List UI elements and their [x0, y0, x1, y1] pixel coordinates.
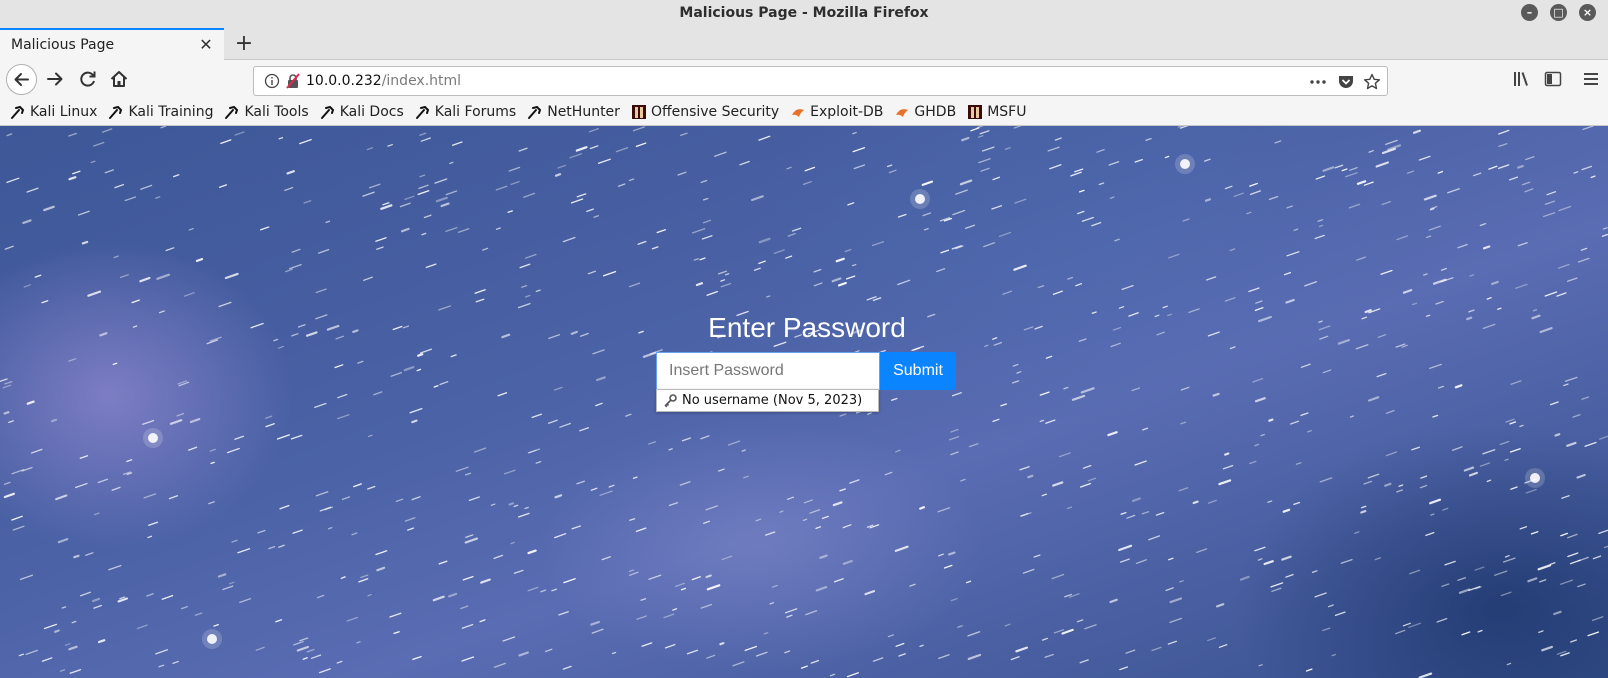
kali-dragon-icon: [108, 104, 124, 120]
hamburger-menu-icon[interactable]: [1582, 70, 1600, 88]
home-icon: [110, 71, 128, 87]
url-text[interactable]: 10.0.0.232/index.html: [306, 73, 461, 89]
exploitdb-icon: [894, 104, 910, 120]
tab-close-icon[interactable]: ✕: [194, 33, 218, 57]
page-content: Enter Password Submit No username (Nov 5…: [0, 126, 1608, 678]
minimize-button[interactable]: –: [1521, 4, 1538, 21]
back-arrow-icon: [14, 73, 29, 86]
bookmark-label: MSFU: [987, 103, 1027, 120]
kali-dragon-icon: [10, 104, 26, 120]
bookmark-label: Kali Tools: [244, 103, 309, 120]
tab-malicious-page[interactable]: Malicious Page ✕: [0, 28, 224, 60]
bookmark-kali-forums[interactable]: Kali Forums: [415, 104, 516, 120]
bookmark-offensive-security[interactable]: Offensive Security: [631, 104, 779, 120]
forward-button[interactable]: [42, 66, 68, 92]
bookmark-nethunter[interactable]: NetHunter: [527, 104, 620, 120]
bookmark-label: Kali Forums: [434, 103, 517, 120]
exploitdb-icon: [790, 104, 806, 120]
bookmark-label: Kali Training: [128, 103, 214, 120]
info-icon[interactable]: [264, 73, 280, 89]
password-row: Submit: [656, 352, 958, 390]
close-window-button[interactable]: ×: [1579, 4, 1596, 21]
bookmark-label: Kali Linux: [30, 103, 98, 120]
navigation-toolbar: 10.0.0.232/index.html: [0, 60, 1608, 98]
password-input[interactable]: [656, 352, 880, 390]
bookmark-kali-training[interactable]: Kali Training: [108, 104, 213, 120]
window-titlebar: Malicious Page - Mozilla Firefox – □ ×: [0, 0, 1608, 25]
offsec-icon: [967, 104, 983, 120]
bookmark-label: GHDB: [914, 103, 957, 120]
page-actions-icon[interactable]: [1309, 73, 1327, 91]
bookmark-label: Exploit-DB: [810, 103, 884, 120]
page-heading: Enter Password: [708, 312, 906, 343]
maximize-button[interactable]: □: [1550, 4, 1567, 21]
window-controls: – □ ×: [1521, 4, 1596, 21]
password-autocomplete-item[interactable]: No username (Nov 5, 2023): [656, 389, 879, 412]
tab-strip: Malicious Page ✕ +: [0, 25, 1608, 60]
offsec-icon: [631, 104, 647, 120]
autocomplete-label: No username (Nov 5, 2023): [682, 393, 863, 408]
library-icon[interactable]: [1512, 70, 1530, 88]
new-tab-button[interactable]: +: [230, 30, 258, 58]
kali-dragon-icon: [224, 104, 240, 120]
url-bar[interactable]: 10.0.0.232/index.html: [253, 66, 1388, 96]
url-host: 10.0.0.232: [306, 73, 382, 89]
bookmark-label: Kali Docs: [339, 103, 404, 120]
kali-dragon-icon: [320, 104, 336, 120]
reload-icon: [80, 71, 96, 87]
bookmark-label: Offensive Security: [650, 103, 780, 120]
home-button[interactable]: [106, 66, 132, 92]
bookmark-star-icon[interactable]: [1363, 73, 1381, 91]
kali-dragon-icon: [415, 104, 431, 120]
tab-label: Malicious Page: [11, 37, 115, 53]
kali-dragon-icon: [527, 104, 543, 120]
submit-button[interactable]: Submit: [880, 352, 956, 390]
bookmark-exploit-db[interactable]: Exploit-DB: [790, 104, 883, 120]
bookmark-kali-tools[interactable]: Kali Tools: [224, 103, 309, 120]
bookmark-kali-docs[interactable]: Kali Docs: [320, 104, 404, 120]
pocket-icon[interactable]: [1337, 73, 1355, 91]
window-title: Malicious Page - Mozilla Firefox: [679, 4, 929, 21]
bookmark-ghdb[interactable]: GHDB: [894, 104, 956, 120]
reload-button[interactable]: [75, 66, 101, 92]
key-icon: [664, 393, 677, 407]
bookmarks-toolbar: Kali Linux Kali Training Kali Tools Kali Do…: [0, 98, 1608, 126]
login-form: Enter Password Submit No username (Nov 5…: [656, 312, 958, 412]
sidebar-icon[interactable]: [1544, 70, 1562, 88]
url-path: /index.html: [381, 73, 462, 89]
forward-arrow-icon: [47, 72, 63, 86]
insecure-lock-icon[interactable]: [285, 73, 301, 89]
bookmark-kali-linux[interactable]: Kali Linux: [10, 104, 97, 120]
bookmark-msfu[interactable]: MSFU: [967, 104, 1026, 120]
back-button[interactable]: [6, 64, 37, 95]
bookmark-label: NetHunter: [547, 103, 620, 120]
